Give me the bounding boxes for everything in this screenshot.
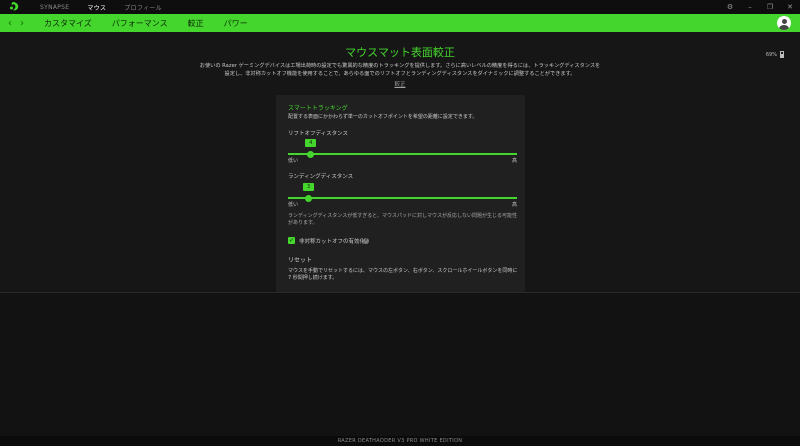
description-line-2: 設定し、非対称カットオフ機能を使用することで、あらゆる面でのリフトオフとランディ… [224, 71, 576, 77]
reset-title: リセット [288, 257, 313, 264]
top-tab-profile[interactable]: プロフィール [124, 3, 162, 12]
tab-customize[interactable]: カスタマイズ [44, 18, 92, 29]
landing-slider[interactable] [288, 194, 517, 202]
liftoff-distance-label: リフトオフディスタンス [288, 131, 349, 137]
close-icon[interactable]: ✕ [780, 0, 800, 14]
top-tab-mouse[interactable]: マウス [87, 3, 106, 12]
liftoff-slider[interactable] [288, 150, 517, 158]
lower-area [0, 292, 800, 436]
help-icon[interactable]: ? [363, 237, 369, 244]
reset-instructions: マウスを手動でリセットするには、マウスの左ボタン、右ボタン、スクロールホイールボ… [288, 268, 518, 281]
user-avatar-icon[interactable] [777, 16, 791, 30]
landing-warning-note: ランディングディスタンスが低すぎると、マウスパッドに対しマウスが反応しない問題が… [288, 213, 518, 226]
asym-cutoff-label: 非対称カットオフの有効化 [299, 239, 366, 245]
liftoff-min-label: 低い [288, 158, 299, 164]
calibration-link[interactable]: 較正 [0, 80, 800, 88]
tab-power[interactable]: パワー [224, 18, 248, 29]
title-bar: SYNAPSE マウス プロフィール ⚙ – ❐ ✕ [0, 0, 800, 14]
chevron-right-icon[interactable]: › [16, 18, 28, 29]
landing-value-bubble: 3 [303, 183, 315, 191]
nav-bar: ‹ › カスタマイズ パフォーマンス 較正 パワー [0, 14, 800, 32]
device-name-footer: RAZER DEATHADDER V3 PRO WHITE EDITION [0, 436, 800, 446]
battery-status: 69% [766, 51, 784, 58]
battery-percentage: 69% [765, 51, 777, 58]
liftoff-value-bubble: 4 [305, 139, 317, 147]
page-title: マウスマット表面較正 [345, 46, 455, 59]
landing-max-label: 高 [511, 202, 517, 208]
smart-tracking-panel: スマートトラッキング 配置する表面にかかわらず単一のカットオフポイントを希望の距… [276, 95, 525, 293]
tab-performance[interactable]: パフォーマンス [112, 18, 168, 29]
landing-distance-label: ランディングディスタンス [288, 174, 354, 180]
page-description: お使いの Razer ゲーミングデバイスは工場出荷時の設定でも驚異的な精度のトラ… [195, 62, 605, 78]
liftoff-max-label: 高 [511, 158, 517, 164]
battery-icon [780, 51, 784, 58]
minimize-icon[interactable]: – [740, 0, 760, 14]
asym-cutoff-checkbox[interactable]: ✓ [288, 237, 295, 244]
liftoff-slider-handle[interactable] [307, 150, 315, 158]
landing-slider-handle[interactable] [305, 194, 313, 202]
landing-min-label: 低い [288, 202, 299, 208]
chevron-left-icon[interactable]: ‹ [4, 18, 16, 29]
window-controls: ⚙ – ❐ ✕ [720, 0, 800, 14]
smart-tracking-header: スマートトラッキング [288, 105, 348, 112]
top-tab-synapse[interactable]: SYNAPSE [40, 4, 69, 11]
maximize-icon[interactable]: ❐ [760, 0, 780, 14]
check-icon: ✓ [288, 237, 295, 244]
smart-tracking-subheader: 配置する表面にかかわらず単一のカットオフポイントを希望の距離に設定できます。 [288, 114, 478, 120]
description-line-1: お使いの Razer ゲーミングデバイスは工場出荷時の設定でも驚異的な精度のトラ… [199, 63, 601, 69]
razer-logo-icon[interactable] [8, 1, 20, 13]
tab-calibration[interactable]: 較正 [188, 18, 204, 29]
gear-icon[interactable]: ⚙ [720, 0, 740, 14]
